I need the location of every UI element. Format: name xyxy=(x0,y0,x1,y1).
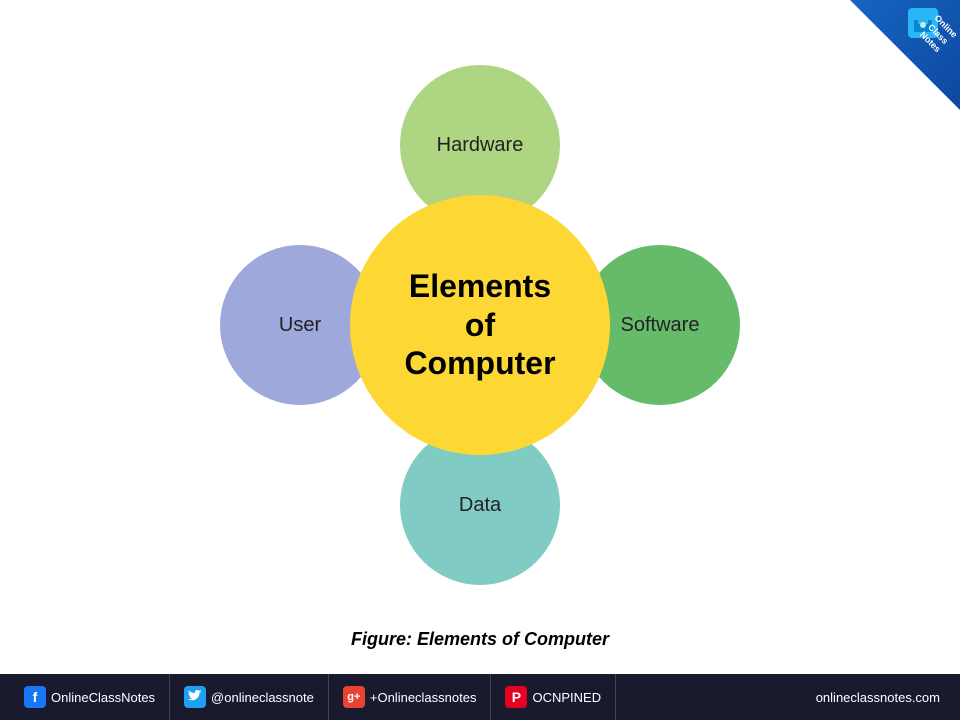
twitter-icon xyxy=(184,686,206,708)
footer-twitter[interactable]: @onlineclassnote xyxy=(170,674,329,720)
data-label: Data xyxy=(459,494,501,517)
center-label: ElementsofComputer xyxy=(404,267,555,382)
footer-pinterest[interactable]: P OCNPINED xyxy=(491,674,616,720)
software-label: Software xyxy=(621,314,700,337)
footer-url: onlineclassnotes.com xyxy=(816,690,950,705)
venn-diagram: Hardware Software Data User ElementsofCo… xyxy=(200,45,760,605)
center-circle: ElementsofComputer xyxy=(350,195,610,455)
corner-badge: OnlineClassNotes xyxy=(850,0,960,110)
user-label: User xyxy=(279,314,321,337)
footer-gplus-text: +Onlineclassnotes xyxy=(370,690,477,705)
diagram-area: Hardware Software Data User ElementsofCo… xyxy=(0,30,960,620)
footer-pinterest-text: OCNPINED xyxy=(532,690,601,705)
pinterest-icon: P xyxy=(505,686,527,708)
footer-facebook[interactable]: f OnlineClassNotes xyxy=(10,674,170,720)
footer-twitter-text: @onlineclassnote xyxy=(211,690,314,705)
footer-facebook-text: OnlineClassNotes xyxy=(51,690,155,705)
facebook-icon: f xyxy=(24,686,46,708)
hardware-label: Hardware xyxy=(437,134,524,157)
footer-bar: f OnlineClassNotes @onlineclassnote g+ +… xyxy=(0,674,960,720)
gplus-icon: g+ xyxy=(343,686,365,708)
footer-gplus[interactable]: g+ +Onlineclassnotes xyxy=(329,674,492,720)
figure-caption: Figure: Elements of Computer xyxy=(0,629,960,650)
